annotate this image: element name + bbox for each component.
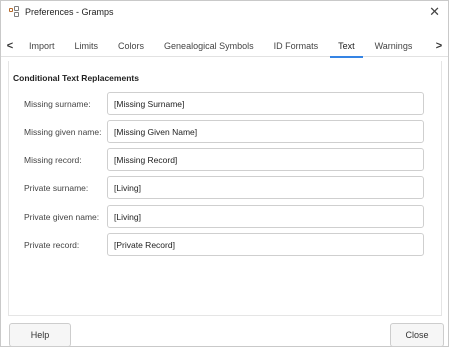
private-record-field[interactable]	[107, 233, 424, 256]
private-given-name-label: Private given name:	[24, 212, 100, 222]
missing-given-name-field[interactable]	[107, 120, 424, 143]
dialog-button-bar: Help Close	[1, 316, 448, 347]
tab-warnings[interactable]: Warnings	[365, 35, 423, 57]
private-surname-field[interactable]	[107, 176, 424, 199]
tab-scroll-right-icon[interactable]: >	[430, 40, 448, 52]
private-given-name-field[interactable]	[107, 205, 424, 228]
tab-list: Import Limits Colors Genealogical Symbol…	[19, 35, 430, 58]
help-button[interactable]: Help	[9, 323, 71, 347]
private-record-row: Private record:	[1, 233, 449, 257]
tab-import[interactable]: Import	[19, 35, 65, 57]
title-bar: Preferences - Gramps ✕	[1, 1, 448, 23]
gramps-app-icon	[8, 6, 20, 18]
private-surname-label: Private surname:	[24, 183, 89, 193]
tab-limits[interactable]: Limits	[65, 35, 109, 57]
missing-surname-field[interactable]	[107, 92, 424, 115]
missing-record-label: Missing record:	[24, 155, 82, 165]
tab-colors[interactable]: Colors	[108, 35, 154, 57]
tab-text[interactable]: Text	[328, 35, 365, 58]
private-record-label: Private record:	[24, 240, 80, 250]
close-button[interactable]: Close	[390, 323, 444, 347]
missing-given-name-label: Missing given name:	[24, 127, 102, 137]
tab-genealogical-symbols[interactable]: Genealogical Symbols	[154, 35, 264, 57]
missing-surname-row: Missing surname:	[1, 92, 449, 116]
tab-scroll-left-icon[interactable]: <	[1, 40, 19, 52]
close-window-icon[interactable]: ✕	[429, 4, 440, 20]
missing-given-name-row: Missing given name:	[1, 120, 449, 144]
private-given-name-row: Private given name:	[1, 205, 449, 229]
tab-id-formats[interactable]: ID Formats	[264, 35, 329, 57]
missing-record-field[interactable]	[107, 148, 424, 171]
missing-surname-label: Missing surname:	[24, 99, 91, 109]
section-title: Conditional Text Replacements	[13, 73, 139, 83]
missing-record-row: Missing record:	[1, 148, 449, 172]
tab-bar: < Import Limits Colors Genealogical Symb…	[1, 35, 448, 58]
private-surname-row: Private surname:	[1, 176, 449, 200]
window-title: Preferences - Gramps	[25, 7, 114, 17]
preferences-window: Preferences - Gramps ✕ < Import Limits C…	[0, 0, 449, 347]
